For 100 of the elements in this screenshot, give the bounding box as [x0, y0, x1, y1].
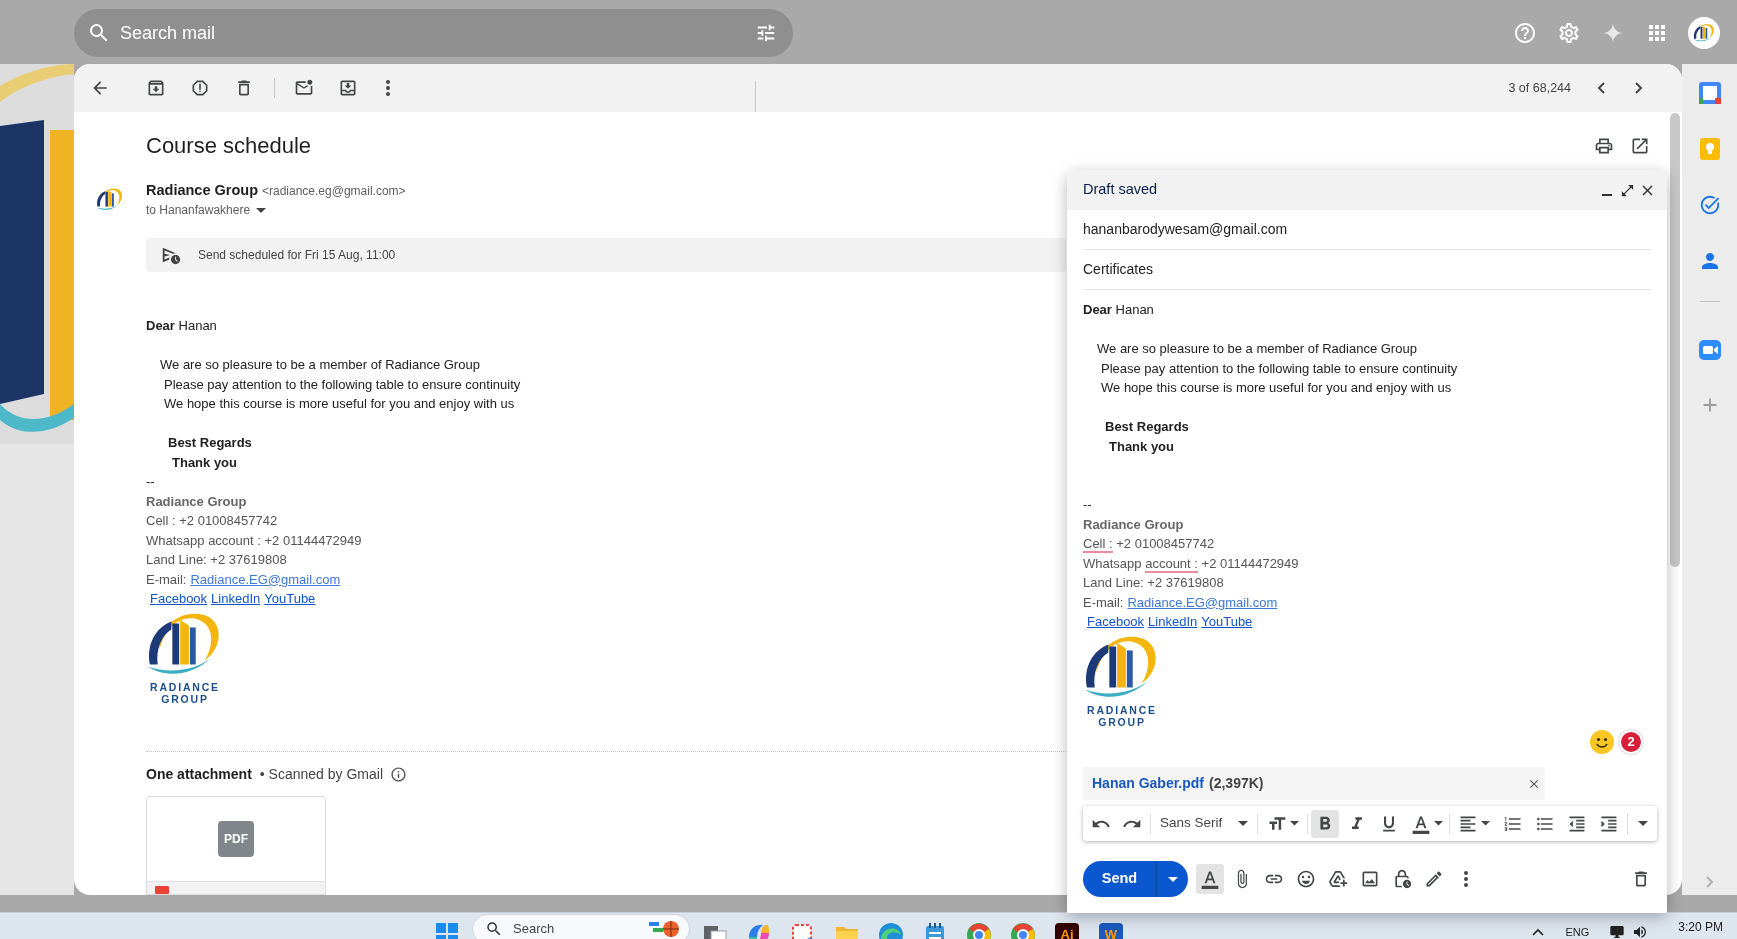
pen-icon	[1424, 869, 1444, 889]
text-format-icon	[1200, 869, 1220, 889]
smiley-icon[interactable]	[1590, 730, 1614, 754]
logo-wordmark: GROUP	[161, 692, 209, 705]
body-text: Please pay attention to the following table to ensure continuity	[164, 375, 521, 394]
drive-triangle-icon	[1328, 869, 1348, 889]
notification-badge[interactable]: 2	[1619, 730, 1643, 754]
file-icon	[155, 886, 169, 894]
archive-icon	[146, 78, 166, 98]
app-letter-tile[interactable]: Ai	[1055, 923, 1079, 939]
video-camera-icon	[1698, 340, 1721, 360]
bold-button[interactable]	[1311, 809, 1340, 838]
scheduled-text: Send scheduled for Fri 15 Aug, 11:00	[198, 246, 396, 264]
settings-icon	[1557, 21, 1581, 45]
signature-line: Whatsapp account : +2 01144472949	[146, 531, 362, 550]
email-label: E-mail:	[1083, 593, 1124, 612]
attachment-name[interactable]: Hanan Gaber.pdf	[1092, 773, 1205, 794]
social-link[interactable]: Facebook	[150, 589, 208, 609]
sender-name: Radiance Group	[146, 181, 258, 200]
lightbulb-icon	[1699, 138, 1720, 160]
signature-name: Radiance Group	[146, 492, 247, 511]
four-squares-icon[interactable]	[436, 923, 458, 939]
attachment-size: (2,397K)	[1209, 774, 1264, 793]
caret-icon	[1237, 821, 1248, 826]
help-icon	[1513, 21, 1537, 45]
search-icon	[485, 920, 503, 938]
search-input[interactable]: Search mail	[120, 18, 754, 48]
email-link[interactable]: Radiance.EG@gmail.com	[1127, 592, 1278, 612]
monitor-icon[interactable]	[1609, 924, 1626, 939]
recipient-text: to Hananfawakhere	[146, 202, 251, 219]
minimize-icon	[1602, 194, 1612, 196]
info-icon	[389, 765, 407, 783]
body-text: Please pay attention to the following table to ensure continuity	[1101, 359, 1458, 378]
signature-line: Cell : +2 01008457742	[146, 512, 278, 530]
scan-note: • Scanned by Gmail	[259, 764, 383, 784]
draft-status: Draft saved	[1083, 180, 1158, 200]
signature-line: Cell : +2 01008457742	[1083, 535, 1215, 554]
closing-text: Best Regards	[168, 434, 252, 452]
message-position: 3 of 68,244	[1508, 79, 1571, 97]
speaker-icon[interactable]	[1632, 924, 1649, 939]
caret-icon	[1638, 821, 1648, 826]
ball-icon	[649, 919, 679, 939]
search-field[interactable]: Search mail	[74, 9, 793, 57]
social-link[interactable]: YouTube	[264, 589, 316, 609]
expand-icon	[1619, 182, 1635, 198]
more-icon	[386, 80, 390, 96]
attachments-title: One attachment	[146, 764, 252, 784]
logo-wordmark: GROUP	[1098, 715, 1146, 728]
formatting-options-button[interactable]	[1196, 864, 1224, 894]
closing-text: Thank you	[1109, 437, 1174, 456]
email-subject: Course schedule	[146, 132, 312, 160]
scan-info-button[interactable]	[389, 765, 407, 783]
signature-name: Radiance Group	[1083, 515, 1184, 534]
open-in-new-icon	[1630, 136, 1650, 156]
chevron-up-icon[interactable]	[1532, 928, 1545, 936]
scrollbar[interactable]	[1670, 113, 1680, 567]
file-type-label: PDF	[218, 821, 254, 857]
recipient-field[interactable]: hananbarodywesam@gmail.com	[1083, 210, 1651, 250]
caret-icon	[1167, 876, 1178, 882]
signature-separator: --	[146, 473, 155, 491]
tray-arrow-icon	[338, 78, 358, 98]
chevron-left-icon	[1597, 82, 1605, 94]
account-avatar[interactable]	[1688, 17, 1720, 49]
attachment-card[interactable]: PDF	[146, 796, 326, 895]
logo-wordmark: RADIANCE	[1087, 703, 1157, 716]
font-dropdown[interactable]: Sans Serif	[1155, 809, 1253, 838]
send-options-button[interactable]	[1156, 861, 1188, 897]
alert-icon	[190, 78, 210, 98]
body-text: We are so pleasure to be a member of Radiance Group	[160, 356, 480, 374]
sender-email: <radiance.eg@gmail.com>	[262, 183, 406, 200]
social-link[interactable]: LinkedIn	[211, 589, 261, 609]
chevron-right-icon	[1635, 82, 1643, 94]
caret-icon	[256, 207, 267, 213]
signature-line: Land Line: +2 37619808	[1083, 574, 1224, 592]
signature-line: Whatsapp account : +2 01144472949	[1083, 554, 1299, 573]
email-link[interactable]: Radiance.EG@gmail.com	[190, 569, 341, 589]
logo-wordmark: RADIANCE	[150, 680, 220, 693]
taskbar-search-field[interactable]: Search	[472, 914, 690, 939]
filter-icon	[755, 22, 777, 44]
body-text: We hope this course is more useful for you and enjoy with us	[164, 395, 515, 413]
social-link[interactable]: LinkedIn	[1148, 612, 1198, 632]
social-link[interactable]: Facebook	[1087, 612, 1145, 632]
social-link[interactable]: YouTube	[1201, 612, 1253, 632]
taskbar-search-input[interactable]: Search	[513, 920, 649, 938]
subject-field[interactable]: Certificates	[1083, 250, 1651, 290]
email-label: E-mail:	[146, 570, 187, 589]
print-icon	[1594, 136, 1614, 156]
photo-icon	[1360, 869, 1380, 889]
language-indicator[interactable]: ENG	[1565, 925, 1590, 939]
greeting-text: Dear Hanan	[1083, 301, 1154, 319]
caret-icon	[1481, 821, 1491, 826]
calendar-icon	[1698, 82, 1721, 104]
clock-time[interactable]: 3:20 PM	[1678, 919, 1723, 935]
chevron-right-icon	[1705, 876, 1714, 888]
send-button[interactable]: Send	[1083, 861, 1156, 897]
caret-icon	[1290, 821, 1300, 826]
sparkle-icon	[1603, 23, 1623, 43]
emoji-icon	[1296, 869, 1316, 889]
signature-separator: --	[1083, 496, 1092, 514]
closing-text: Best Regards	[1105, 418, 1189, 436]
